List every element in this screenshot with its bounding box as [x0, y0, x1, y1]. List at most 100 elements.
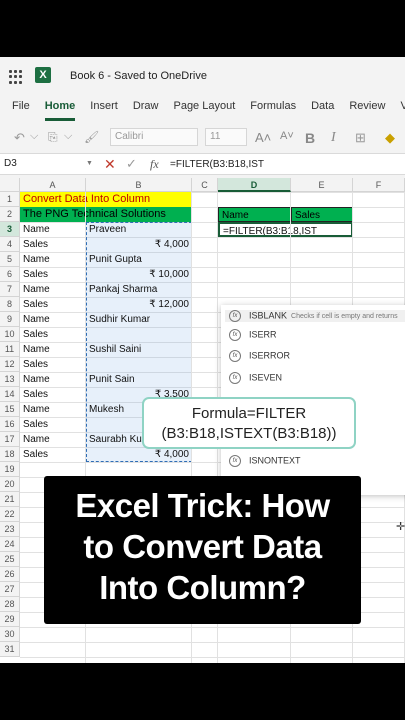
cell-a12[interactable]: Sales	[20, 357, 86, 372]
cell-b11[interactable]: Sushil Saini	[86, 342, 192, 357]
cell-a11[interactable]: Name	[20, 342, 86, 357]
format-painter-icon[interactable]: 🖌︎	[84, 130, 99, 144]
row-header-23[interactable]: 23	[0, 522, 20, 537]
row-header-18[interactable]: 18	[0, 447, 20, 462]
tab-draw[interactable]: Draw	[133, 95, 159, 121]
row-header-2[interactable]: 2	[0, 207, 20, 222]
cancel-icon[interactable]: ✕	[104, 156, 116, 173]
cell-a5[interactable]: Name	[20, 252, 86, 267]
cell-a16[interactable]: Sales	[20, 417, 86, 432]
cell-a15[interactable]: Name	[20, 402, 86, 417]
cell-b4[interactable]: ₹ 4,000	[86, 237, 192, 252]
row-header-13[interactable]: 13	[0, 372, 20, 387]
cell-a7[interactable]: Name	[20, 282, 86, 297]
cell-b5[interactable]: Punit Gupta	[86, 252, 192, 267]
formula-input[interactable]: =FILTER(B3:B18,IST	[170, 159, 264, 170]
tab-data[interactable]: Data	[311, 95, 334, 121]
cell-b10[interactable]	[86, 327, 192, 342]
undo-dropdown-icon[interactable]: ⌵	[30, 130, 38, 143]
column-header-e[interactable]: E	[291, 178, 353, 192]
name-box[interactable]: D3	[4, 158, 17, 169]
row-header-31[interactable]: 31	[0, 642, 20, 657]
column-header-a[interactable]: A	[20, 178, 86, 192]
row-header-4[interactable]: 4	[0, 237, 20, 252]
row-header-16[interactable]: 16	[0, 417, 20, 432]
row-header-9[interactable]: 9	[0, 312, 20, 327]
row-header-25[interactable]: 25	[0, 552, 20, 567]
row-header-27[interactable]: 27	[0, 582, 20, 597]
output-header-sales[interactable]: Sales	[291, 207, 353, 222]
tab-file[interactable]: File	[12, 95, 30, 121]
cell-a18[interactable]: Sales	[20, 447, 86, 462]
document-title[interactable]: Book 6 - Saved to OneDrive	[70, 70, 207, 82]
cell-b12[interactable]	[86, 357, 192, 372]
shrink-font-button[interactable]: A˅	[280, 130, 294, 142]
cell-a4[interactable]: Sales	[20, 237, 86, 252]
cell-b9[interactable]: Sudhir Kumar	[86, 312, 192, 327]
row-header-5[interactable]: 5	[0, 252, 20, 267]
app-launcher-icon[interactable]	[9, 70, 23, 84]
row-header-1[interactable]: 1	[0, 192, 20, 207]
paste-dropdown-icon[interactable]: ⌵	[64, 130, 72, 143]
cell-b3[interactable]: Praveen	[86, 222, 192, 237]
font-size-select[interactable]: 11	[205, 128, 247, 146]
cell-b13[interactable]: Punit Sain	[86, 372, 192, 387]
cell-b18[interactable]: ₹ 4,000	[86, 447, 192, 462]
tab-formulas[interactable]: Formulas	[250, 95, 296, 121]
tab-v[interactable]: V	[400, 95, 405, 121]
enter-icon[interactable]: ✓	[126, 156, 137, 172]
row-header-10[interactable]: 10	[0, 327, 20, 342]
autocomplete-item-isblank[interactable]: fx ISBLANK Checks if cell is empty and ret…	[225, 310, 405, 322]
tab-page-layout[interactable]: Page Layout	[173, 95, 235, 121]
tab-insert[interactable]: Insert	[90, 95, 118, 121]
row-header-6[interactable]: 6	[0, 267, 20, 282]
grow-font-button[interactable]: A˄	[255, 130, 271, 145]
column-header-d[interactable]: D	[218, 178, 291, 192]
cell-b7[interactable]: Pankaj Sharma	[86, 282, 192, 297]
column-header-b[interactable]: B	[86, 178, 192, 192]
sheet-subtitle-cell[interactable]: The PNG Technical Solutions	[20, 207, 192, 222]
row-header-24[interactable]: 24	[0, 537, 20, 552]
column-header-f[interactable]: F	[353, 178, 405, 192]
cell-a6[interactable]: Sales	[20, 267, 86, 282]
cell-b8[interactable]: ₹ 12,000	[86, 297, 192, 312]
row-header-11[interactable]: 11	[0, 342, 20, 357]
row-header-19[interactable]: 19	[0, 462, 20, 477]
active-cell-d3[interactable]: =FILTER(B3:B18,IST	[218, 222, 353, 237]
tab-home[interactable]: Home	[44, 95, 76, 121]
fill-color-icon[interactable]: ◆	[385, 130, 395, 146]
cell-a13[interactable]: Name	[20, 372, 86, 387]
row-header-3[interactable]: 3	[0, 222, 20, 237]
autocomplete-item-iseven[interactable]: fx ISEVEN	[229, 372, 282, 384]
row-header-14[interactable]: 14	[0, 387, 20, 402]
paste-icon[interactable]: ⎘	[48, 130, 58, 145]
row-header-26[interactable]: 26	[0, 567, 20, 582]
sheet-title-cell[interactable]: Convert Data Into Column	[20, 192, 192, 207]
row-header-7[interactable]: 7	[0, 282, 20, 297]
row-header-17[interactable]: 17	[0, 432, 20, 447]
row-header-22[interactable]: 22	[0, 507, 20, 522]
cell-a9[interactable]: Name	[20, 312, 86, 327]
tab-review[interactable]: Review	[349, 95, 385, 121]
row-header-28[interactable]: 28	[0, 597, 20, 612]
column-header-c[interactable]: C	[192, 178, 218, 192]
cell-a8[interactable]: Sales	[20, 297, 86, 312]
insert-function-icon[interactable]: fx	[150, 157, 159, 172]
name-box-dropdown-icon[interactable]: ▼	[86, 160, 93, 167]
autocomplete-item-iserr[interactable]: fx ISERR	[229, 329, 277, 341]
cell-a14[interactable]: Sales	[20, 387, 86, 402]
output-header-name[interactable]: Name	[218, 207, 291, 222]
autocomplete-item-isnontext[interactable]: fx ISNONTEXT	[229, 455, 301, 467]
cell-a17[interactable]: Name	[20, 432, 86, 447]
font-name-select[interactable]: Calibri	[110, 128, 198, 146]
italic-button[interactable]: I	[331, 130, 336, 146]
cell-a10[interactable]: Sales	[20, 327, 86, 342]
row-header-29[interactable]: 29	[0, 612, 20, 627]
undo-icon[interactable]: ↶	[14, 130, 25, 146]
row-header-8[interactable]: 8	[0, 297, 20, 312]
row-header-21[interactable]: 21	[0, 492, 20, 507]
select-all-corner[interactable]	[0, 178, 20, 192]
autocomplete-item-iserror[interactable]: fx ISERROR	[229, 350, 290, 362]
bold-button[interactable]: B	[305, 130, 315, 146]
row-header-30[interactable]: 30	[0, 627, 20, 642]
